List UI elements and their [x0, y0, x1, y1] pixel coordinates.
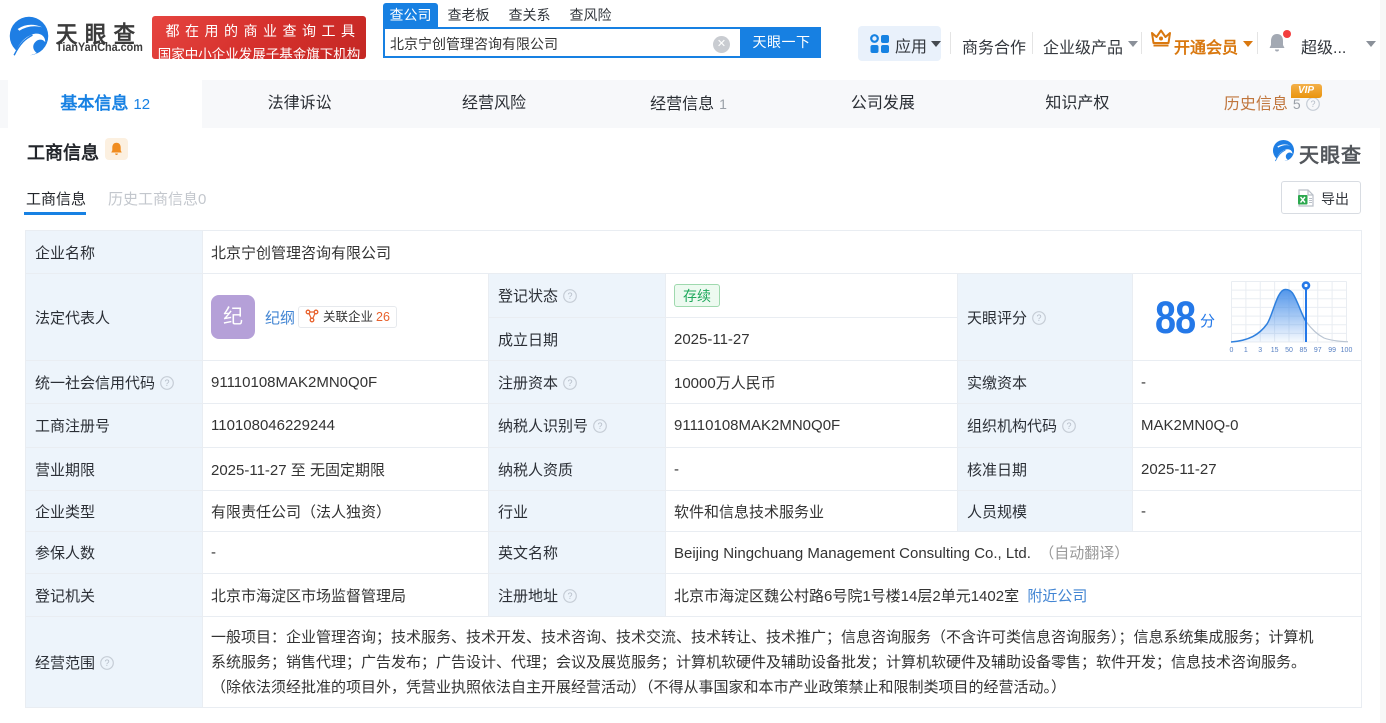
svg-text:?: ? [568, 591, 573, 601]
svg-text:?: ? [1310, 99, 1315, 109]
svg-text:50: 50 [1285, 347, 1293, 354]
svg-text:15: 15 [1271, 347, 1279, 354]
svg-text:?: ? [105, 658, 110, 668]
svg-text:?: ? [1067, 421, 1072, 431]
svg-text:?: ? [568, 291, 573, 301]
svg-text:99: 99 [1328, 347, 1336, 354]
svg-text:?: ? [568, 378, 573, 388]
svg-text:?: ? [1037, 313, 1042, 323]
svg-text:?: ? [165, 378, 170, 388]
svg-text:0: 0 [1230, 347, 1234, 354]
svg-text:3: 3 [1258, 347, 1262, 354]
svg-text:97: 97 [1314, 347, 1322, 354]
svg-text:85: 85 [1299, 347, 1307, 354]
svg-text:1: 1 [1244, 347, 1248, 354]
svg-text:?: ? [598, 421, 603, 431]
svg-text:100: 100 [1341, 347, 1353, 354]
